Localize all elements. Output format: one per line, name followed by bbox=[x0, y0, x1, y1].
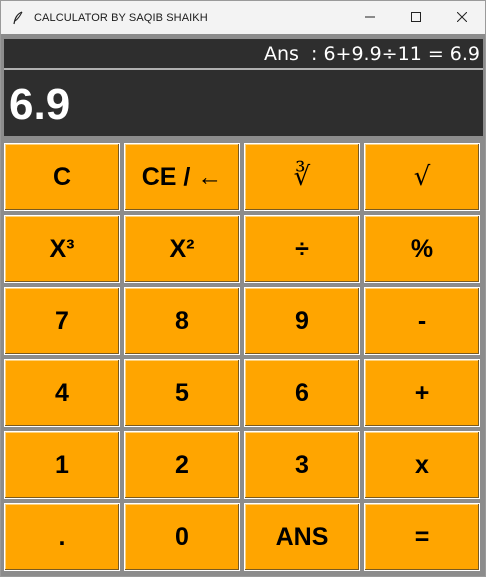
clear-button[interactable]: C bbox=[4, 143, 120, 211]
ans-button[interactable]: ANS bbox=[244, 503, 360, 571]
minimize-button[interactable] bbox=[347, 1, 393, 34]
history-line: Ans : 6+9.9÷11 = 6.9 bbox=[4, 39, 483, 70]
calculator-window: CALCULATOR BY SAQIB SHAIKH Ans : 6+9.9÷1… bbox=[0, 0, 486, 577]
digit-0-button[interactable]: 0 bbox=[124, 503, 240, 571]
plus-button[interactable]: + bbox=[364, 359, 480, 427]
window-controls bbox=[347, 1, 485, 34]
square-root-button[interactable]: √ bbox=[364, 143, 480, 211]
multiply-button[interactable]: x bbox=[364, 431, 480, 499]
feather-icon bbox=[10, 10, 26, 26]
percent-button[interactable]: % bbox=[364, 215, 480, 283]
window-title: CALCULATOR BY SAQIB SHAIKH bbox=[34, 11, 208, 24]
divide-button[interactable]: ÷ bbox=[244, 215, 360, 283]
result-value: 6.9 bbox=[9, 80, 71, 129]
digit-9-button[interactable]: 9 bbox=[244, 287, 360, 355]
minimize-icon bbox=[365, 9, 375, 27]
digit-6-button[interactable]: 6 bbox=[244, 359, 360, 427]
title-bar[interactable]: CALCULATOR BY SAQIB SHAIKH bbox=[1, 1, 485, 34]
square-button[interactable]: X² bbox=[124, 215, 240, 283]
keypad: C CE / ← ∛ √ X³ X² ÷ % 7 8 9 - 4 5 6 + 1… bbox=[4, 143, 484, 575]
digit-1-button[interactable]: 1 bbox=[4, 431, 120, 499]
equals-button[interactable]: = bbox=[364, 503, 480, 571]
cube-button[interactable]: X³ bbox=[4, 215, 120, 283]
maximize-button[interactable] bbox=[393, 1, 439, 34]
digit-5-button[interactable]: 5 bbox=[124, 359, 240, 427]
calculator-display: Ans : 6+9.9÷11 = 6.9 6.9 bbox=[4, 39, 483, 136]
digit-4-button[interactable]: 4 bbox=[4, 359, 120, 427]
cube-root-button[interactable]: ∛ bbox=[244, 143, 360, 211]
minus-button[interactable]: - bbox=[364, 287, 480, 355]
digit-2-button[interactable]: 2 bbox=[124, 431, 240, 499]
close-button[interactable] bbox=[439, 1, 485, 34]
clear-entry-button[interactable]: CE / ← bbox=[124, 143, 240, 211]
digit-7-button[interactable]: 7 bbox=[4, 287, 120, 355]
decimal-button[interactable]: . bbox=[4, 503, 120, 571]
digit-3-button[interactable]: 3 bbox=[244, 431, 360, 499]
close-icon bbox=[456, 9, 468, 27]
maximize-icon bbox=[411, 9, 421, 27]
digit-8-button[interactable]: 8 bbox=[124, 287, 240, 355]
